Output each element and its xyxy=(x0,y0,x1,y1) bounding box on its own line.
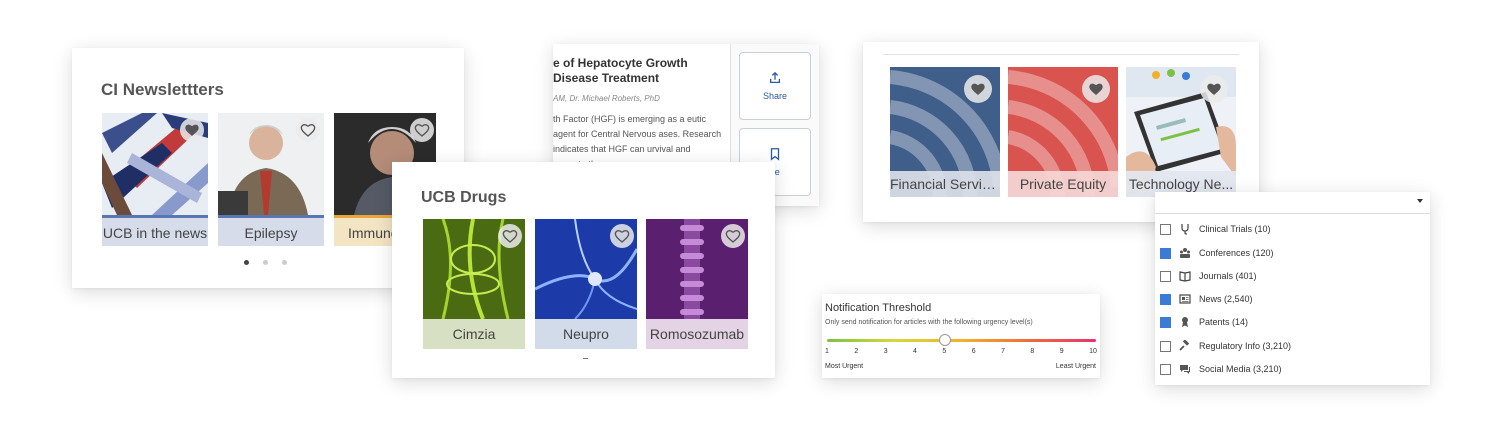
filter-option-regulatory-info[interactable]: Regulatory Info (3,210) xyxy=(1160,338,1291,354)
ribbon-icon xyxy=(1179,316,1191,328)
most-urgent-label: Most Urgent xyxy=(825,363,864,370)
tile-label: Private Equity xyxy=(1008,171,1118,197)
share-button[interactable]: Share xyxy=(739,52,811,120)
threshold-subtitle: Only send notification for articles with… xyxy=(825,319,1033,326)
filter-option-news[interactable]: News (2,540) xyxy=(1160,291,1253,307)
checkbox-checked[interactable] xyxy=(1160,247,1171,259)
carousel-dot[interactable] xyxy=(282,260,287,265)
tile-neupro[interactable]: Neupro xyxy=(535,219,637,349)
favorite-heart-icon[interactable] xyxy=(410,118,434,142)
tick-label: 1 xyxy=(825,348,829,355)
tick-label: 6 xyxy=(971,348,976,355)
favorite-heart-icon[interactable] xyxy=(498,224,522,248)
book-icon xyxy=(1179,270,1191,282)
ucb-drugs-card: UCB Drugs Cimzia Neupro Romosozumab xyxy=(392,162,775,378)
favorite-heart-icon[interactable] xyxy=(1200,75,1228,103)
tile-private-equity[interactable]: Private Equity xyxy=(1008,67,1118,197)
filter-option-clinical-trials[interactable]: Clinical Trials (10) xyxy=(1160,221,1271,237)
filter-option-label: News (2,540) xyxy=(1199,294,1253,304)
tick-label: 3 xyxy=(883,348,888,355)
filter-option-conferences[interactable]: Conferences (120) xyxy=(1160,245,1274,261)
content-type-filter: Clinical Trials (10) Conferences (120) J… xyxy=(1155,192,1430,385)
filter-option-label: Social Media (3,210) xyxy=(1199,364,1282,374)
tile-romosozumab[interactable]: Romosozumab xyxy=(646,219,748,349)
filter-option-label: Conferences (120) xyxy=(1199,248,1274,258)
checkbox[interactable] xyxy=(1160,223,1171,235)
tile-label: Romosozumab xyxy=(646,319,748,349)
gavel-icon xyxy=(1179,340,1191,352)
ci-newsletters-title: CI Newslettters xyxy=(101,80,224,99)
tile-ucb-in-the-news[interactable]: UCB in the news xyxy=(102,113,208,246)
filter-option-journals[interactable]: Journals (401) xyxy=(1160,268,1257,284)
carousel-indicator[interactable] xyxy=(583,358,588,359)
tick-label: 4 xyxy=(913,348,917,355)
favorite-heart-icon[interactable] xyxy=(180,118,204,142)
favorite-heart-icon[interactable] xyxy=(964,75,992,103)
tile-cimzia[interactable]: Cimzia xyxy=(423,219,525,349)
notification-threshold-card: Notification Threshold Only send notific… xyxy=(822,294,1100,378)
least-urgent-label: Least Urgent xyxy=(1055,363,1096,370)
tile-financial-services[interactable]: Financial Servic... xyxy=(890,67,1000,197)
urgency-ticks: 1 2 3 4 5 6 7 8 9 10 xyxy=(825,348,1097,355)
favorite-heart-icon[interactable] xyxy=(1082,75,1110,103)
bookmark-icon xyxy=(770,148,780,161)
people-icon xyxy=(1179,247,1191,259)
tick-label: 7 xyxy=(1001,348,1005,355)
tick-label: 5 xyxy=(942,348,947,355)
threshold-title: Notification Threshold xyxy=(825,302,932,314)
newspaper-icon xyxy=(1179,293,1191,305)
article-byline: AM, Dr. Michael Roberts, PhD xyxy=(553,94,660,103)
checkbox-checked[interactable] xyxy=(1160,293,1171,305)
filter-option-label: Regulatory Info (3,210) xyxy=(1199,341,1292,351)
filter-option-label: Clinical Trials (10) xyxy=(1199,224,1271,234)
ucb-drugs-title: UCB Drugs xyxy=(421,189,507,206)
filter-dropdown-header[interactable] xyxy=(1155,192,1430,214)
tile-epilepsy[interactable]: Epilepsy xyxy=(218,113,324,246)
carousel-dot[interactable] xyxy=(244,260,249,265)
stethoscope-icon xyxy=(1179,223,1191,235)
caret-down-icon[interactable] xyxy=(1417,199,1423,203)
checkbox[interactable] xyxy=(1160,270,1171,282)
chat-icon xyxy=(1179,363,1191,375)
tick-label: 8 xyxy=(1030,348,1035,355)
tile-label: Neupro xyxy=(535,319,637,349)
tile-label: Financial Servic... xyxy=(890,171,1000,197)
article-headline[interactable]: e of Hepatocyte Growth Disease Treatment xyxy=(553,56,723,86)
share-label: Share xyxy=(762,91,788,101)
checkbox-checked[interactable] xyxy=(1160,316,1171,328)
carousel-dot[interactable] xyxy=(263,260,268,265)
checkbox[interactable] xyxy=(1160,340,1171,352)
favorite-heart-icon[interactable] xyxy=(721,224,745,248)
tile-label: Epilepsy xyxy=(218,215,324,246)
filter-option-label: Patents (14) xyxy=(1199,317,1249,327)
tile-label: UCB in the news xyxy=(102,215,208,246)
filter-option-patents[interactable]: Patents (14) xyxy=(1160,314,1248,330)
favorite-heart-icon[interactable] xyxy=(296,118,320,142)
urgency-slider-handle[interactable] xyxy=(939,334,951,346)
checkbox[interactable] xyxy=(1160,363,1171,375)
tick-label: 10 xyxy=(1089,348,1097,355)
tile-label: Cimzia xyxy=(423,319,525,349)
divider xyxy=(883,54,1239,55)
tile-technology-news[interactable]: Technology Ne... xyxy=(1126,67,1236,197)
tick-label: 2 xyxy=(854,348,859,355)
filter-option-label: Journals (401) xyxy=(1199,271,1257,281)
urgency-slider-track[interactable] xyxy=(827,339,1096,342)
favorite-heart-icon[interactable] xyxy=(610,224,634,248)
share-icon xyxy=(769,71,781,84)
filter-option-social-media[interactable]: Social Media (3,210) xyxy=(1160,361,1282,377)
tick-label: 9 xyxy=(1059,348,1064,355)
carousel-dots xyxy=(244,260,287,265)
